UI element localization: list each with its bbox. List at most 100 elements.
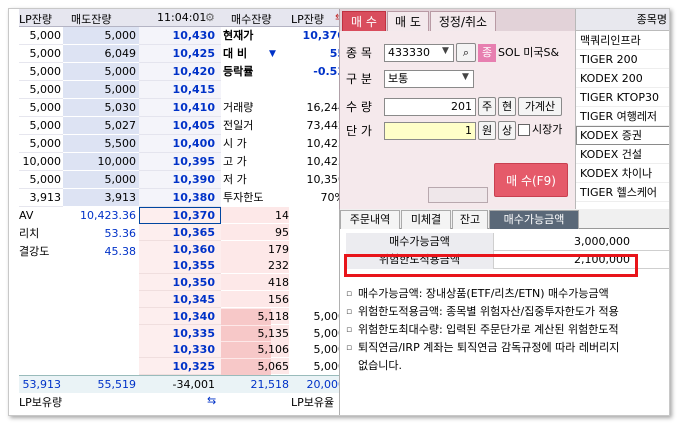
price-calc-button[interactable]: 가계산 <box>518 97 562 116</box>
stock-list-item[interactable]: TIGER 헬스케어 <box>576 183 669 202</box>
ask-row[interactable]: 5,000 5,000 10,415 <box>19 81 347 99</box>
ask-qty: 3,913 <box>63 189 139 207</box>
buy-order-button[interactable]: 매 수(F9) <box>494 163 568 197</box>
note-continuation: 없습니다. <box>358 359 402 372</box>
stock-list-item[interactable]: KODEX 차이나 <box>576 164 669 183</box>
ask-price[interactable]: 10,420 <box>139 63 221 81</box>
bid-row[interactable]: 10,370 14 <box>19 207 347 224</box>
ask-lp-qty: 5,000 <box>19 63 63 81</box>
bid-row[interactable]: 10,345 156 <box>19 291 347 308</box>
bid-qty: 179 <box>221 240 289 258</box>
code-label: 종 목 <box>346 46 372 60</box>
ask-qty: 5,027 <box>63 117 139 135</box>
tab-modify[interactable]: 정정/취소 <box>430 11 496 31</box>
ask-lp-qty: 5,000 <box>19 99 63 117</box>
qty-button-share[interactable]: 주 <box>478 97 496 116</box>
stock-name: SOL 미국S& <box>498 46 560 59</box>
stock-list-item[interactable]: 맥쿼리인프라 <box>576 31 669 50</box>
qty-button-current[interactable]: 현 <box>498 97 516 116</box>
order-panel: 매 수 매 도 정정/취소 종 목 433330 ▼ ⌕ 종 SOL 미국S& … <box>339 9 576 209</box>
bid-price[interactable]: 10,345 <box>139 291 221 308</box>
order-type-select[interactable]: 보통 <box>384 70 474 88</box>
price-input[interactable]: 1 <box>384 122 476 140</box>
bid-row[interactable]: 10,325 5,065 5,000 <box>19 358 347 376</box>
bid-price[interactable]: 10,365 <box>139 223 221 241</box>
tab-orders[interactable]: 주문내역 <box>340 210 400 229</box>
total-lp-sell: 53,913 <box>22 378 62 391</box>
ask-lp-qty: 5,000 <box>19 135 63 153</box>
stock-list-item[interactable]: TIGER KTOP30 <box>576 88 669 107</box>
account-tabs: 주문내역 미체결 잔고 매수가능금액 <box>340 209 669 229</box>
lp-footer: LP보유량 ⇆ LP보유율 <box>19 393 347 409</box>
ask-price[interactable]: 10,430 <box>139 27 221 45</box>
bid-row[interactable]: 10,360 179 <box>19 240 347 258</box>
search-button[interactable]: ⌕ <box>456 43 476 62</box>
ask-price[interactable]: 10,380 <box>139 189 221 207</box>
bid-row[interactable]: 10,350 418 <box>19 274 347 292</box>
lp-sell-header: LP잔량 <box>19 13 53 26</box>
ask-lp-qty: 5,000 <box>19 27 63 45</box>
bid-price[interactable]: 10,360 <box>139 240 221 258</box>
ask-price[interactable]: 10,410 <box>139 99 221 117</box>
total-buy: 21,518 <box>250 378 290 391</box>
ask-price[interactable]: 10,400 <box>139 135 221 153</box>
bid-row[interactable]: 10,355 232 <box>19 257 347 275</box>
bullet-icon: ▫ <box>346 289 353 299</box>
bid-row[interactable]: 10,335 5,135 5,000 <box>19 324 347 342</box>
ask-qty: 6,049 <box>63 45 139 63</box>
bid-row[interactable]: 10,330 5,106 5,000 <box>19 341 347 359</box>
ask-price[interactable]: 10,405 <box>139 117 221 135</box>
ask-lp-qty: 5,000 <box>19 45 63 63</box>
bid-qty-text: 179 <box>268 242 289 256</box>
bid-row[interactable]: 10,365 95 <box>19 223 347 241</box>
stock-list-item[interactable]: TIGER 200 <box>576 50 669 69</box>
ask-price[interactable]: 10,415 <box>139 81 221 99</box>
price-button-upper[interactable]: 상 <box>498 121 516 140</box>
order-tabs: 매 수 매 도 정정/취소 <box>340 9 576 31</box>
stock-list-item[interactable]: TIGER 여행레저 <box>576 107 669 126</box>
bid-price[interactable]: 10,355 <box>139 257 221 275</box>
stock-info-row: 전일거 73,442 <box>221 117 347 135</box>
sell-qty-header: 매도잔량 <box>71 13 112 26</box>
tab-buy[interactable]: 매 수 <box>342 11 386 31</box>
totals-row: 53,913 55,519 -34,001 21,518 20,000 <box>19 375 347 393</box>
bid-price[interactable]: 10,340 <box>139 307 221 325</box>
buyable-amount-label: 매수가능금액 <box>346 233 494 251</box>
bid-price[interactable]: 10,370 <box>139 207 221 224</box>
stock-info-row: 고 가 10,425 <box>221 153 347 171</box>
stock-info-row: 시 가 10,425 <box>221 135 347 153</box>
tab-sell[interactable]: 매 도 <box>387 11 429 31</box>
ask-price[interactable]: 10,395 <box>139 153 221 171</box>
bid-qty: 14 <box>221 207 289 224</box>
bid-price[interactable]: 10,335 <box>139 324 221 342</box>
stock-list-item[interactable]: KODEX 200 <box>576 69 669 88</box>
chevron-down-icon[interactable]: ▼ <box>462 72 469 82</box>
bid-row[interactable]: 10,340 5,118 5,000 <box>19 307 347 325</box>
stock-list-item[interactable]: KODEX 증권 <box>576 126 669 145</box>
ask-lp-qty: 3,913 <box>19 189 63 207</box>
info-label: 전일거 <box>223 119 254 132</box>
ask-price[interactable]: 10,425 <box>139 45 221 63</box>
stock-info-row: 대 비 ▼ 55 <box>221 45 347 63</box>
bid-price[interactable]: 10,350 <box>139 274 221 292</box>
info-label: 거래량 <box>223 101 254 114</box>
tab-unfilled[interactable]: 미체결 <box>401 210 451 229</box>
tab-balance[interactable]: 잔고 <box>452 210 488 229</box>
ask-lp-qty: 10,000 <box>19 153 63 171</box>
bid-qty-text: 14 <box>275 209 289 222</box>
message-box <box>428 187 488 203</box>
account-panel: 주문내역 미체결 잔고 매수가능금액 매수가능금액 3,000,000 위험한도… <box>339 209 669 415</box>
price-button-won[interactable]: 원 <box>478 121 496 140</box>
stock-list-item[interactable]: KODEX 건설 <box>576 145 669 164</box>
settings-icon[interactable]: ⚙ <box>205 11 215 24</box>
ask-price[interactable]: 10,390 <box>139 171 221 189</box>
chevron-down-icon[interactable]: ▼ <box>442 46 449 56</box>
lp-swap-icon[interactable]: ⇆ <box>207 394 216 407</box>
lp-buy-header: LP잔량 <box>291 13 325 26</box>
market-price-checkbox[interactable] <box>518 124 530 136</box>
bid-price[interactable]: 10,325 <box>139 358 221 376</box>
tab-buyable-amount[interactable]: 매수가능금액 <box>489 210 579 229</box>
quantity-input[interactable]: 201 <box>384 98 476 116</box>
search-icon: ⌕ <box>462 46 470 59</box>
bid-price[interactable]: 10,330 <box>139 341 221 359</box>
